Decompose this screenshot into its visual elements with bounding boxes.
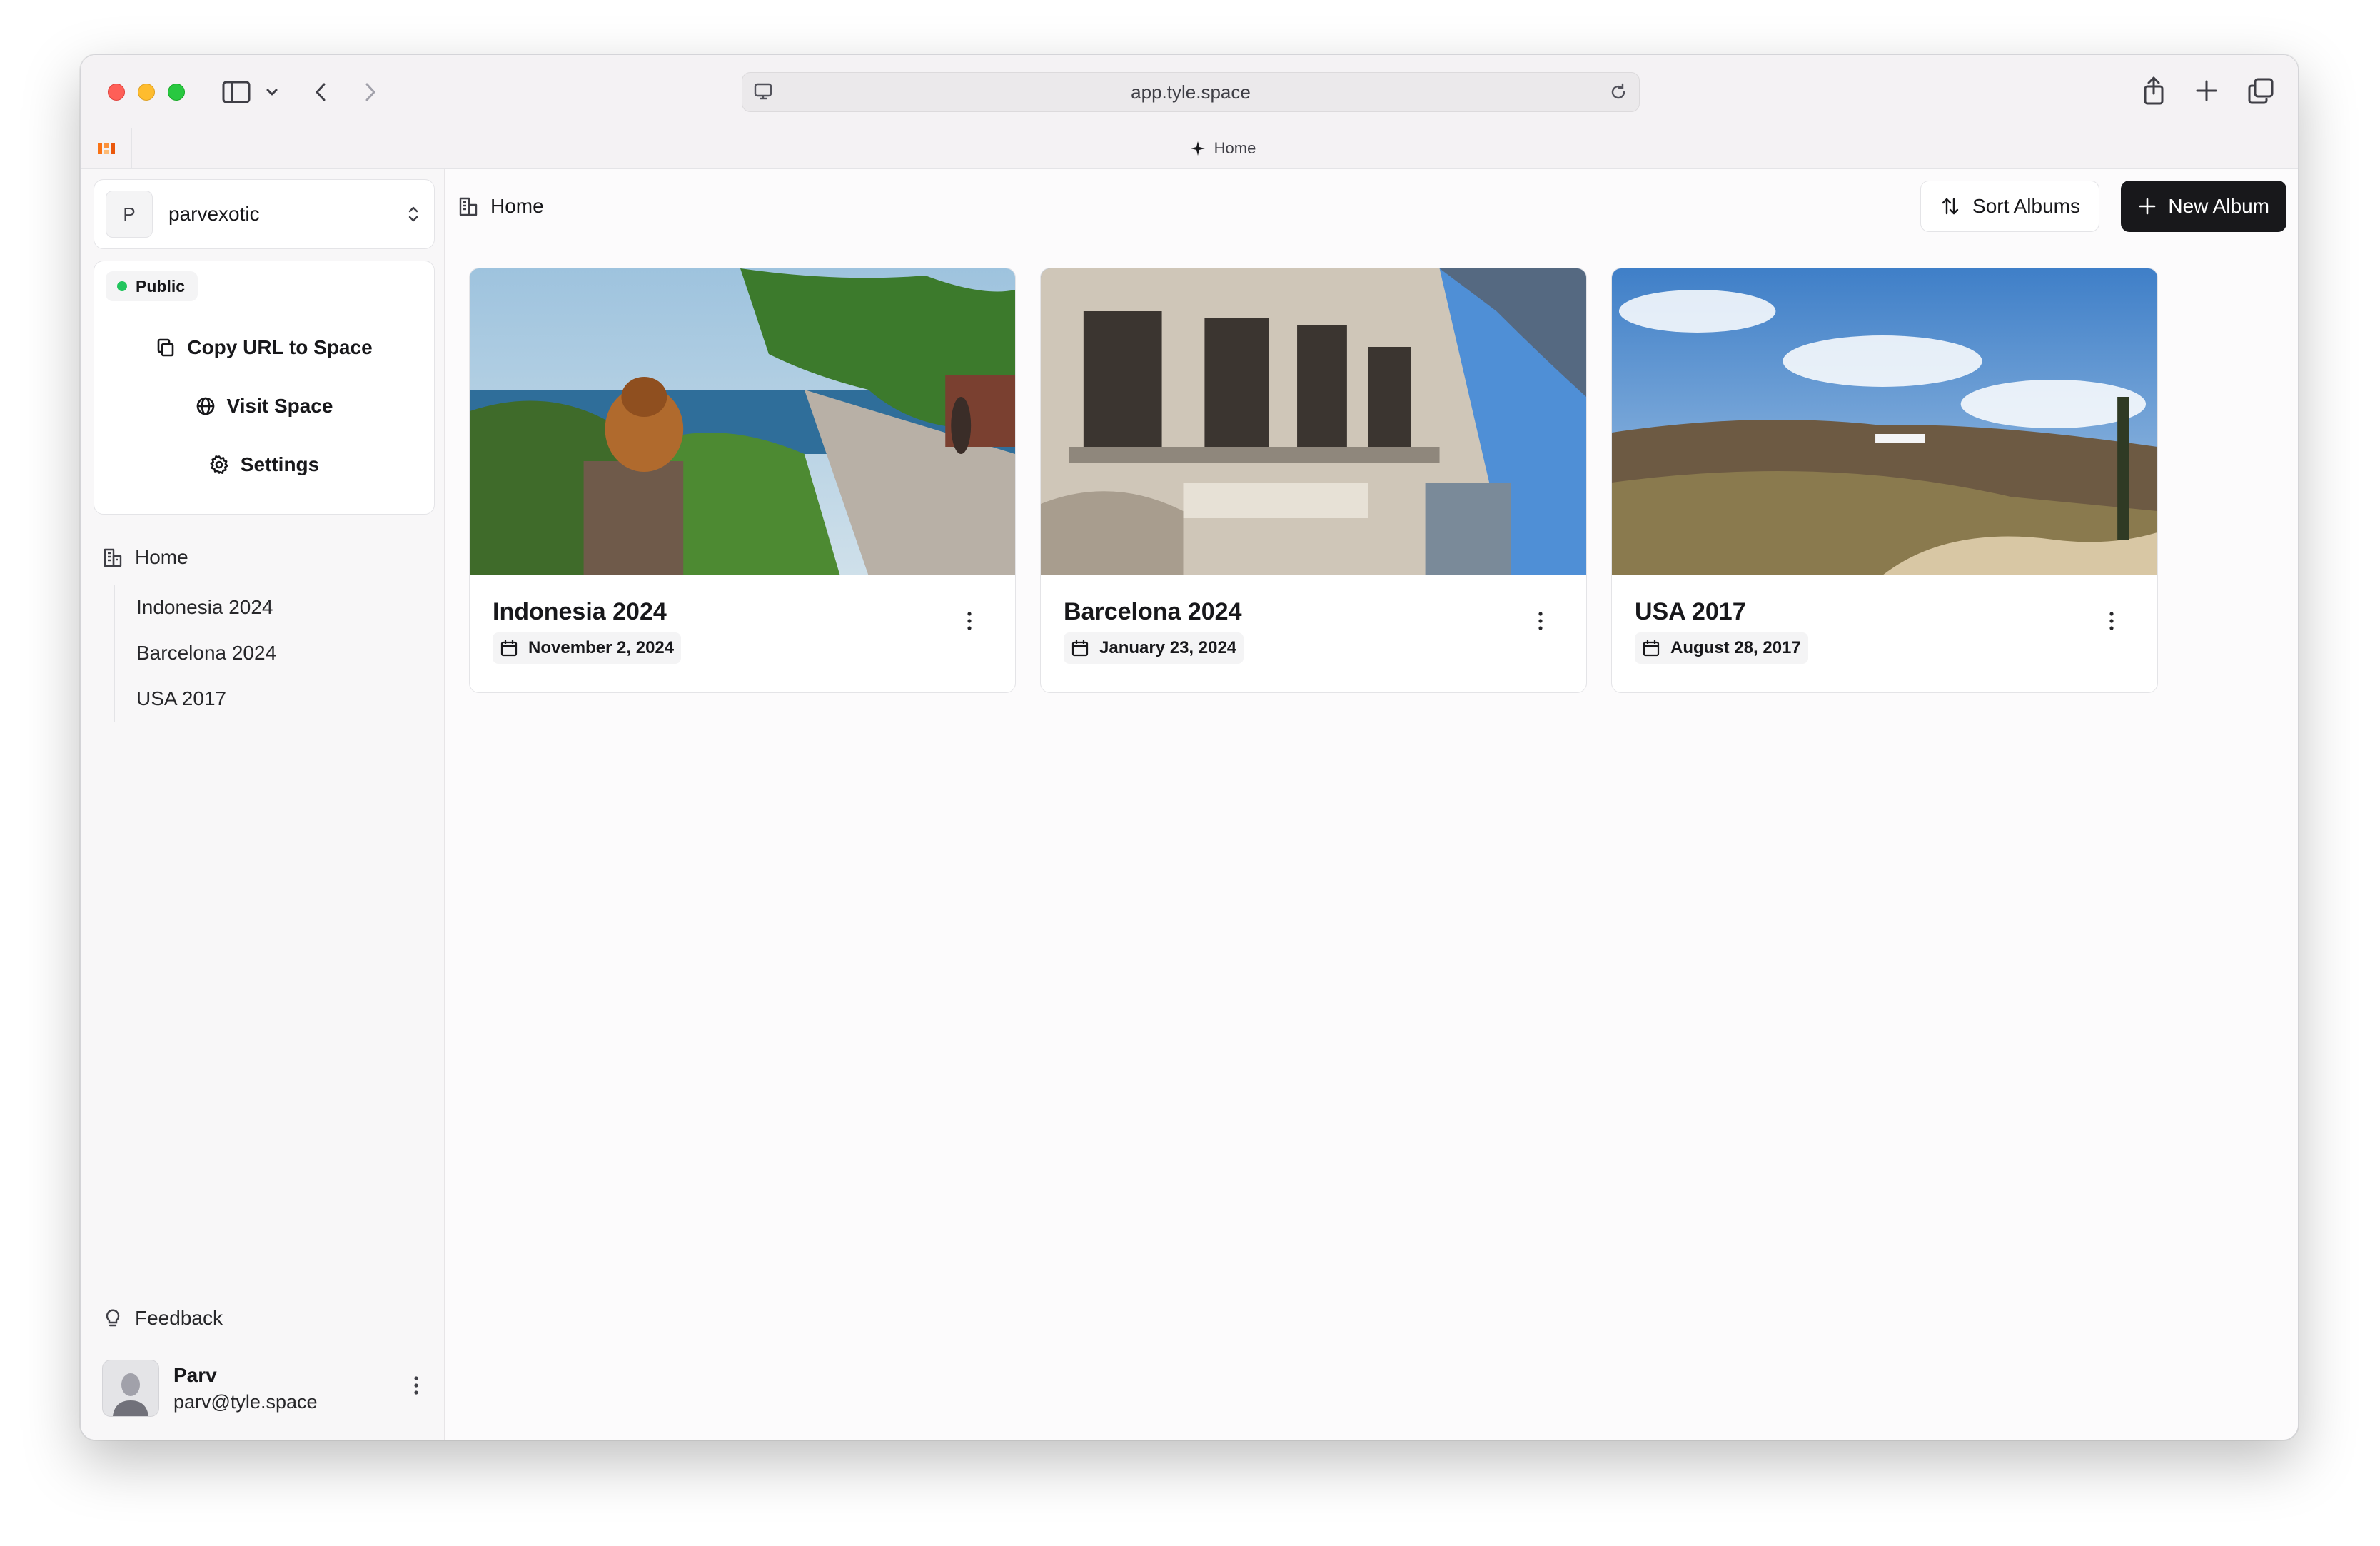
sidebar-item-barcelona-2024[interactable]: Barcelona 2024 — [136, 630, 276, 676]
album-title: USA 2017 — [1635, 598, 1746, 625]
calendar-icon — [1643, 640, 1660, 657]
more-vertical-icon[interactable] — [2109, 611, 2114, 635]
reload-icon[interactable] — [1608, 81, 1629, 108]
browser-window: app.tyle.space Home P parvexotic Public … — [80, 54, 2299, 1440]
lightbulb-icon — [106, 1309, 120, 1327]
album-title: Indonesia 2024 — [493, 598, 667, 625]
chevron-up-down-icon — [407, 204, 420, 228]
chevron-down-icon[interactable] — [263, 84, 281, 101]
back-arrow-icon[interactable] — [308, 79, 333, 105]
tab-bar: Home — [81, 128, 2298, 169]
sparkle-icon — [1190, 141, 1205, 156]
breadcrumb: Home — [458, 191, 544, 222]
space-name: parvexotic — [168, 203, 260, 225]
album-nav-list: Indonesia 2024 Barcelona 2024 USA 2017 — [114, 585, 276, 722]
space-avatar: P — [106, 191, 153, 238]
album-date: November 2, 2024 — [493, 632, 682, 664]
visit-space-button[interactable]: Visit Space — [94, 384, 434, 428]
more-vertical-icon[interactable] — [413, 1375, 419, 1399]
copy-url-label: Copy URL to Space — [187, 336, 373, 358]
sidebar-item-label: Home — [135, 546, 188, 568]
calendar-icon — [500, 640, 518, 657]
space-actions-card: Public Copy URL to Space Visit Space Set… — [94, 261, 435, 515]
user-profile[interactable]: Parv parv@tyle.space — [102, 1355, 430, 1421]
sidebar: P parvexotic Public Copy URL to Space Vi — [81, 169, 445, 1440]
sidebar-item-usa-2017[interactable]: USA 2017 — [136, 676, 276, 722]
album-date: January 23, 2024 — [1064, 632, 1244, 664]
album-card-indonesia-2024[interactable]: Indonesia 2024 November 2, 2024 — [469, 268, 1016, 693]
copy-icon — [158, 338, 174, 357]
address-bar[interactable]: app.tyle.space — [742, 72, 1640, 112]
album-card-usa-2017[interactable]: USA 2017 August 28, 2017 — [1611, 268, 2158, 693]
sidebar-toggle-icon[interactable] — [221, 78, 252, 106]
copy-url-button[interactable]: Copy URL to Space — [94, 325, 434, 370]
sidebar-item-indonesia-2024[interactable]: Indonesia 2024 — [136, 585, 276, 630]
page-title: Home — [490, 195, 544, 217]
building-icon — [459, 197, 478, 216]
album-date: August 28, 2017 — [1635, 632, 1808, 664]
gear-icon — [210, 455, 228, 474]
active-tab-title: Home — [1214, 139, 1256, 157]
active-tab[interactable]: Home — [1151, 128, 1294, 169]
close-window-button[interactable] — [108, 84, 125, 101]
album-cover-image — [1612, 268, 2157, 575]
album-date-text: January 23, 2024 — [1099, 638, 1237, 657]
avatar — [102, 1360, 159, 1417]
visit-space-label: Visit Space — [226, 395, 333, 417]
sort-albums-button[interactable]: Sort Albums — [1920, 181, 2099, 232]
feedback-label: Feedback — [135, 1307, 223, 1329]
calendar-icon — [1071, 640, 1089, 657]
status-dot — [117, 281, 127, 291]
pinned-tab[interactable] — [81, 128, 132, 169]
album-grid: Indonesia 2024 November 2, 2024 Barcelon… — [469, 268, 2158, 693]
plus-icon — [2139, 198, 2156, 215]
tab-overview-icon[interactable] — [2245, 75, 2276, 106]
globe-icon — [196, 397, 214, 415]
site-settings-icon[interactable] — [752, 81, 774, 108]
album-date-text: August 28, 2017 — [1670, 638, 1801, 657]
main-header: Home Sort Albums New Album — [445, 169, 2298, 243]
album-card-barcelona-2024[interactable]: Barcelona 2024 January 23, 2024 — [1040, 268, 1587, 693]
sort-albums-label: Sort Albums — [1972, 195, 2080, 217]
new-album-button[interactable]: New Album — [2121, 181, 2286, 232]
settings-button[interactable]: Settings — [94, 443, 434, 487]
album-date-text: November 2, 2024 — [528, 638, 675, 657]
new-tab-icon[interactable] — [2192, 76, 2221, 105]
feedback-link[interactable]: Feedback — [102, 1303, 223, 1334]
minimize-window-button[interactable] — [138, 84, 155, 101]
space-switcher[interactable]: P parvexotic — [94, 179, 435, 249]
user-name: Parv — [173, 1363, 217, 1386]
forward-arrow-icon[interactable] — [358, 79, 383, 105]
album-title: Barcelona 2024 — [1064, 598, 1242, 625]
sidebar-item-home[interactable]: Home — [102, 542, 188, 573]
album-cover-image — [470, 268, 1015, 575]
user-email: parv@tyle.space — [173, 1390, 318, 1413]
share-icon[interactable] — [2139, 74, 2168, 108]
more-vertical-icon[interactable] — [1538, 611, 1543, 635]
tyle-logo-icon — [97, 143, 115, 154]
new-album-label: New Album — [2168, 195, 2269, 217]
zoom-window-button[interactable] — [168, 84, 185, 101]
visibility-label: Public — [136, 276, 186, 295]
visibility-badge: Public — [106, 271, 198, 301]
browser-titlebar: app.tyle.space — [81, 55, 2298, 128]
album-cover-image — [1041, 268, 1586, 575]
building-icon — [104, 548, 122, 567]
more-vertical-icon[interactable] — [967, 611, 972, 635]
sort-arrows-icon — [1942, 198, 1959, 215]
app-root: P parvexotic Public Copy URL to Space Vi — [81, 169, 2298, 1440]
settings-label: Settings — [240, 453, 320, 475]
main-content: Home Sort Albums New Album Indonesia 202… — [445, 169, 2298, 1440]
url-text: app.tyle.space — [1131, 81, 1251, 103]
